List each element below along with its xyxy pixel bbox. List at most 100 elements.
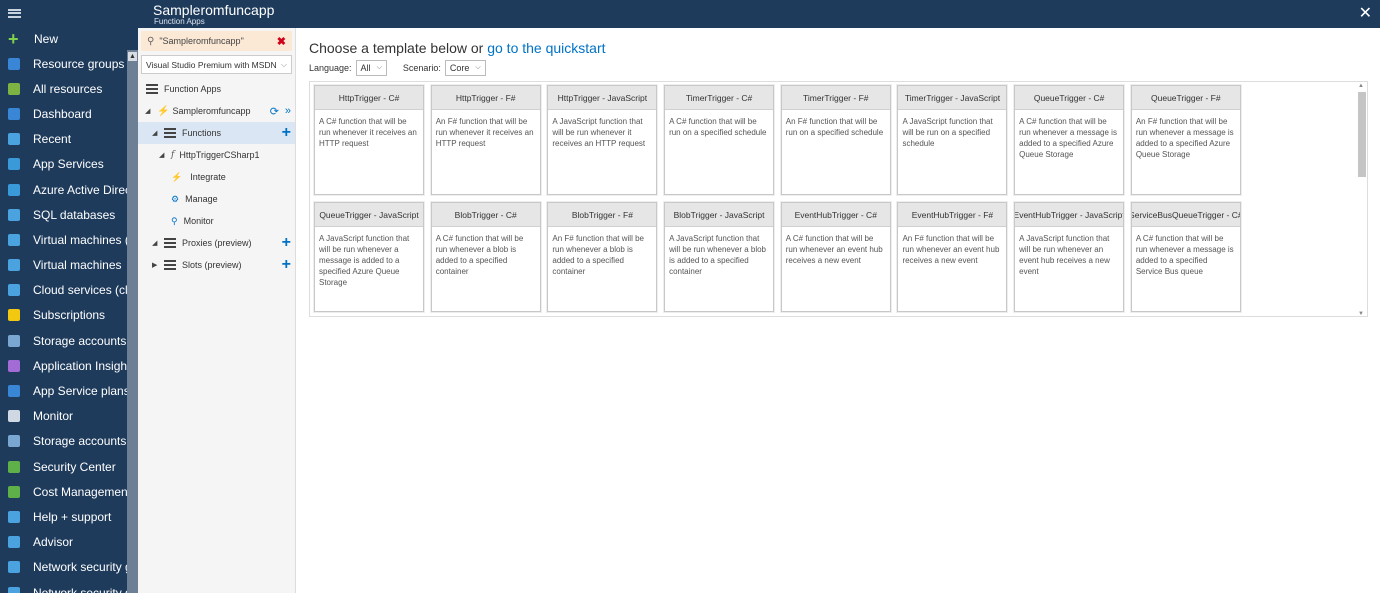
template-card[interactable]: BlobTrigger - F# An F# function that will…: [547, 202, 658, 312]
list-icon: [146, 84, 158, 94]
template-description: An F# function that will be run whenever…: [902, 234, 1000, 265]
tree-item-function[interactable]: ◢ f HttpTriggerCSharp1: [138, 144, 295, 166]
hamburger-menu-button[interactable]: [0, 0, 138, 26]
template-card[interactable]: BlobTrigger - C# A C# function that will …: [430, 202, 541, 312]
template-title: BlobTrigger - C#: [431, 203, 540, 227]
nav-item-label: Advisor: [33, 535, 74, 550]
nav-item-all-resources[interactable]: All resources: [0, 76, 138, 101]
nav-item-advisor[interactable]: Advisor: [0, 530, 138, 555]
nav-item-app-services[interactable]: App Services: [0, 152, 138, 177]
blade-title: Sampleromfuncapp: [153, 2, 275, 18]
scroll-down-arrow-icon[interactable]: ▼: [1358, 311, 1364, 317]
language-dropdown[interactable]: All ⌵: [355, 60, 387, 76]
scenario-dropdown[interactable]: Core ⌵: [444, 60, 486, 76]
nav-item-dashboard[interactable]: Dashboard: [0, 101, 138, 126]
close-icon[interactable]: ✕: [1359, 3, 1372, 23]
nav-item-resource-groups[interactable]: Resource groups: [0, 51, 138, 76]
scrollbar-thumb[interactable]: [1358, 92, 1366, 177]
template-card[interactable]: TimerTrigger - JavaScript A JavaScript fu…: [897, 85, 1008, 195]
clear-search-icon[interactable]: ✖: [277, 35, 286, 48]
template-card[interactable]: TimerTrigger - C# A C# function that will…: [664, 85, 775, 195]
nav-item-cloud-services[interactable]: Cloud services (classic): [0, 278, 138, 303]
sql-databases-icon: [8, 208, 20, 221]
nav-item-virtual-machines-classic[interactable]: Virtual machines (class...: [0, 227, 138, 252]
tree-item-integrate[interactable]: ⚡ Integrate: [138, 166, 295, 188]
template-title: EventHubTrigger - F#: [898, 203, 1007, 227]
language-label: Language:: [309, 63, 352, 73]
search-icon: ⚲: [171, 215, 178, 226]
app-service-plans-icon: [8, 385, 20, 398]
template-description: An F# function that will be run whenever…: [552, 234, 644, 276]
nav-item-app-service-plans[interactable]: App Service plans: [0, 378, 138, 403]
tree-item-function-apps[interactable]: Function Apps: [138, 78, 295, 100]
new-button[interactable]: + New: [0, 26, 138, 51]
template-card[interactable]: TimerTrigger - F# An F# function that wil…: [780, 85, 891, 195]
template-card[interactable]: QueueTrigger - C# A C# function that will…: [1014, 85, 1125, 195]
chevron-down-icon: ⌵: [376, 64, 382, 71]
nav-item-storage-accounts[interactable]: Storage accounts: [0, 328, 138, 353]
template-card[interactable]: ServiceBusQueueTrigger - C# A C# function…: [1130, 202, 1241, 312]
nav-item-label: All resources: [33, 81, 103, 96]
template-card[interactable]: EventHubTrigger - F# An F# function that …: [897, 202, 1008, 312]
subscription-dropdown[interactable]: Visual Studio Premium with MSDN ⌵: [141, 55, 292, 74]
heading-text: Choose a template below or: [309, 40, 488, 56]
nav-item-virtual-machines[interactable]: Virtual machines: [0, 253, 138, 278]
collapse-arrow-icon[interactable]: ▶: [152, 261, 160, 269]
nav-item-monitor[interactable]: Monitor: [0, 404, 138, 429]
template-card[interactable]: HttpTrigger - F# An F# function that will…: [430, 85, 541, 195]
nav-item-label: Virtual machines: [33, 258, 122, 273]
nav-item-azure-ad[interactable]: Azure Active Directory: [0, 177, 138, 202]
nav-item-recent[interactable]: Recent: [0, 127, 138, 152]
nav-item-help-support[interactable]: Help + support: [0, 504, 138, 529]
collapse-panel-icon[interactable]: »: [285, 105, 291, 117]
refresh-icon[interactable]: ⟳: [270, 105, 279, 118]
scroll-up-arrow-icon[interactable]: ▲: [1358, 83, 1364, 89]
nav-item-label: Network security groups: [33, 560, 138, 575]
recent-icon: [8, 133, 20, 146]
nav-item-network-security-groups[interactable]: Network security groups: [0, 555, 138, 580]
nav-item-cost-management[interactable]: Cost Management + B...: [0, 479, 138, 504]
tree-item-slots[interactable]: ▶ Slots (preview) +: [138, 254, 295, 276]
search-input[interactable]: ⚲ "Sampleromfuncapp" ✖: [141, 31, 292, 51]
template-card[interactable]: BlobTrigger - JavaScript A JavaScript fun…: [664, 202, 775, 312]
nav-item-storage-accounts-classic[interactable]: Storage accounts (clas...: [0, 429, 138, 454]
add-function-button[interactable]: +: [282, 124, 291, 142]
nav-item-application-insights[interactable]: Application Insights: [0, 353, 138, 378]
template-title: BlobTrigger - F#: [548, 203, 657, 227]
nav-item-subscriptions[interactable]: Subscriptions: [0, 303, 138, 328]
tree-item-functions[interactable]: ◢ Functions +: [138, 122, 295, 144]
nav-scrollbar[interactable]: ▲: [127, 50, 138, 593]
tree-item-proxies[interactable]: ◢ Proxies (preview) +: [138, 232, 295, 254]
nav-item-label: Application Insights: [33, 358, 137, 373]
expand-arrow-icon[interactable]: ◢: [152, 239, 160, 247]
expand-arrow-icon[interactable]: ◢: [145, 107, 153, 115]
scroll-up-arrow-icon[interactable]: ▲: [128, 52, 137, 61]
nav-item-security-center[interactable]: Security Center: [0, 454, 138, 479]
template-card[interactable]: EventHubTrigger - C# A C# function that w…: [780, 202, 891, 312]
quickstart-link[interactable]: go to the quickstart: [487, 40, 605, 56]
tree-item-manage[interactable]: ⚙ Manage: [138, 188, 295, 210]
template-grid: HttpTrigger - C# A C# function that will …: [314, 85, 1241, 312]
template-description: A C# function that will be run whenever …: [435, 234, 524, 276]
expand-arrow-icon[interactable]: ◢: [159, 151, 167, 159]
template-title: TimerTrigger - F#: [781, 86, 890, 110]
nav-item-sql-databases[interactable]: SQL databases: [0, 202, 138, 227]
add-slot-button[interactable]: +: [282, 256, 291, 274]
nav-item-network-security-groups[interactable]: Network security grou...: [0, 580, 138, 593]
template-card[interactable]: QueueTrigger - JavaScript A JavaScript fu…: [314, 202, 424, 312]
template-description: A JavaScript function that will be run w…: [319, 234, 410, 287]
template-card[interactable]: HttpTrigger - JavaScript A JavaScript fun…: [547, 85, 658, 195]
network-security-groups-icon: [8, 561, 20, 574]
expand-arrow-icon[interactable]: ◢: [152, 129, 160, 137]
function-app-panel: ⚲ "Sampleromfuncapp" ✖ Visual Studio Pre…: [138, 28, 296, 593]
template-card[interactable]: EventHubTrigger - JavaScript A JavaScript…: [1014, 202, 1125, 312]
template-grid-scrollbar[interactable]: ▲ ▼: [1357, 82, 1367, 318]
template-card[interactable]: HttpTrigger - C# A C# function that will …: [314, 85, 424, 195]
nav-item-label: Network security grou...: [33, 585, 138, 593]
scenario-value: Core: [449, 63, 470, 73]
tree-item-function-app[interactable]: ◢ ⚡ Sampleromfuncapp ⟳ »: [138, 100, 295, 122]
tree-item-monitor[interactable]: ⚲ Monitor: [138, 210, 295, 232]
template-card[interactable]: QueueTrigger - F# An F# function that wil…: [1130, 85, 1241, 195]
add-proxy-button[interactable]: +: [282, 234, 291, 252]
cloud-services-icon: [8, 284, 20, 297]
